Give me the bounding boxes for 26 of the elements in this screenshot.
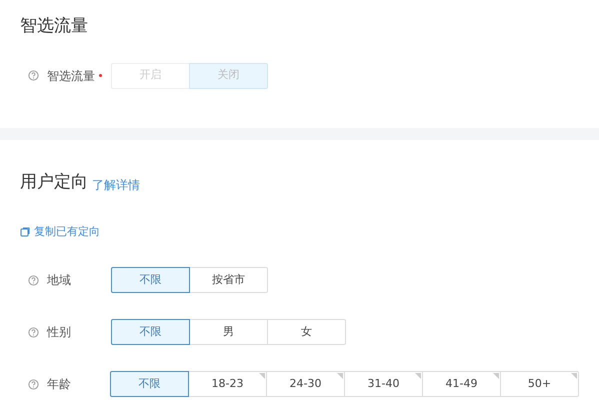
option-button[interactable]: 18-23 bbox=[188, 371, 267, 397]
option-button[interactable]: 50+ bbox=[500, 371, 579, 397]
option-button[interactable]: 不限 bbox=[111, 319, 190, 345]
segmented-control[interactable]: 不限 按省市 bbox=[111, 267, 268, 293]
help-icon[interactable] bbox=[28, 70, 39, 81]
section-title: 用户定向 bbox=[20, 171, 88, 194]
option-button[interactable]: 女 bbox=[267, 319, 346, 345]
help-icon[interactable] bbox=[28, 274, 39, 286]
segmented-control[interactable]: 不限 男 女 bbox=[111, 319, 346, 345]
section-title: 智选流量 bbox=[20, 15, 89, 38]
help-icon[interactable] bbox=[28, 378, 39, 390]
option-button[interactable]: 41-49 bbox=[422, 371, 501, 397]
field-label: 地域 bbox=[47, 272, 71, 289]
option-button[interactable]: 24-30 bbox=[266, 371, 345, 397]
copy-icon bbox=[20, 226, 30, 237]
option-button[interactable]: 按省市 bbox=[189, 267, 268, 293]
option-button[interactable]: 不限 bbox=[110, 371, 189, 397]
help-icon[interactable] bbox=[28, 326, 39, 338]
option-button[interactable]: 男 bbox=[189, 319, 268, 345]
option-button[interactable]: 不限 bbox=[111, 267, 190, 293]
field-label: 年龄 bbox=[47, 376, 71, 393]
segmented-control[interactable]: 不限 18-23 24-30 31-40 41-49 50+ bbox=[110, 371, 579, 397]
corner-mark bbox=[571, 373, 577, 379]
option-button[interactable]: 31-40 bbox=[344, 371, 423, 397]
field-label: 智选流量 bbox=[47, 68, 95, 84]
field-label: 性别 bbox=[47, 324, 71, 341]
